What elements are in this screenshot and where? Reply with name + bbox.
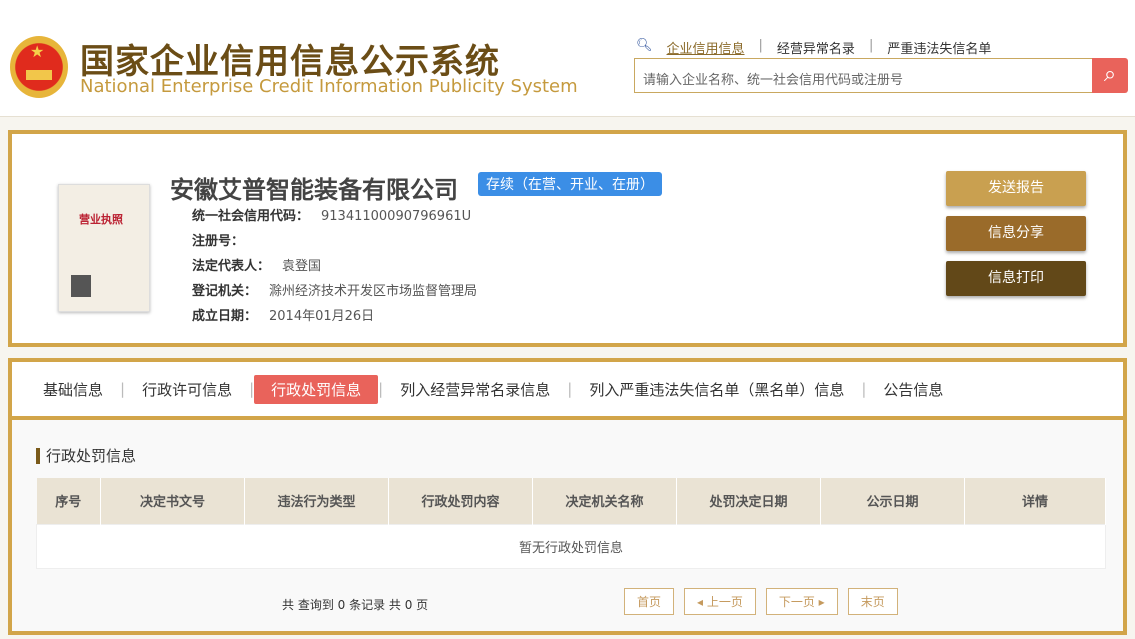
credit-code-label: 统一社会信用代码：: [192, 209, 310, 224]
authority-value: 滁州经济技术开发区市场监督管理局: [269, 284, 478, 299]
credit-code-value: 91341100090796961U: [321, 209, 472, 224]
first-page-button[interactable]: 首页: [624, 588, 675, 615]
company-card: 营业执照 安徽艾普智能装备有限公司 存续（在营、开业、在册） 统一社会信用代码：…: [8, 130, 1127, 347]
prev-page-button[interactable]: ◂ 上一页: [684, 588, 756, 615]
next-page-button[interactable]: 下一页 ▸: [765, 588, 838, 615]
tab-penalty[interactable]: 行政处罚信息: [254, 374, 379, 404]
legal-rep-value: 袁登国: [282, 259, 322, 274]
company-name: 安徽艾普智能装备有限公司: [170, 176, 458, 204]
empty-message: 暂无行政处罚信息: [36, 523, 1106, 569]
send-report-button[interactable]: 发送报告: [946, 171, 1086, 206]
col-header: 决定书文号: [100, 478, 245, 524]
last-page-button[interactable]: 末页: [847, 588, 898, 615]
col-header: 行政处罚内容: [388, 478, 533, 524]
record-count: 共 查询到 0 条记录 共 0 页: [282, 598, 429, 612]
founded-value: 2014年01月26日: [269, 309, 375, 324]
link-abnormal-list[interactable]: 经营异常名录: [777, 38, 855, 57]
penalty-table: 序号 决定书文号 违法行为类型 行政处罚内容 决定机关名称 处罚决定日期 公示日…: [36, 478, 1106, 569]
top-nav: 🔍︎ 企业信用信息 | 经营异常名录 | 严重违法失信名单: [636, 38, 992, 57]
tab-bar: 基础信息 | 行政许可信息 | 行政处罚信息 | 列入经营异常名录信息 | 列入严重违法…: [12, 362, 1123, 420]
header: ★ 国家企业信用信息公示系统 National Enterprise Credi…: [0, 0, 1135, 117]
national-emblem-logo: ★: [10, 36, 68, 98]
col-header: 处罚决定日期: [676, 478, 821, 524]
search-small-icon: 🔍︎: [636, 38, 653, 53]
founded-label: 成立日期：: [192, 309, 258, 324]
tab-license[interactable]: 行政许可信息: [125, 375, 249, 404]
col-header: 公示日期: [820, 478, 965, 524]
print-button[interactable]: 信息打印: [946, 261, 1086, 296]
col-header: 决定机关名称: [532, 478, 677, 524]
reg-no-label: 注册号：: [192, 234, 245, 249]
col-header: 详情: [964, 478, 1106, 524]
section-title: 行政处罚信息: [36, 448, 136, 464]
share-button[interactable]: 信息分享: [946, 216, 1086, 251]
tab-abnormal[interactable]: 列入经营异常名录信息: [383, 375, 567, 404]
company-info: 统一社会信用代码： 91341100090796961U 注册号： 法定代表人： 袁…: [192, 204, 477, 329]
tab-announcements[interactable]: 公告信息: [866, 375, 960, 404]
details-panel: 基础信息 | 行政许可信息 | 行政处罚信息 | 列入经营异常名录信息 | 列入严重违法…: [8, 358, 1127, 635]
search-input[interactable]: 请输入企业名称、统一社会信用代码或注册号: [634, 58, 1094, 93]
status-badge: 存续（在营、开业、在册）: [478, 172, 662, 196]
col-header: 违法行为类型: [244, 478, 389, 524]
search-icon: ⌕: [1103, 62, 1117, 87]
pagination: 首页 ◂ 上一页 下一页 ▸ 末页: [624, 588, 898, 615]
business-license-image[interactable]: 营业执照: [58, 184, 150, 312]
col-header: 序号: [36, 478, 101, 524]
authority-label: 登记机关：: [192, 284, 258, 299]
legal-rep-label: 法定代表人：: [192, 259, 271, 274]
search-button[interactable]: ⌕: [1092, 58, 1128, 93]
tab-blacklist[interactable]: 列入严重违法失信名单（黑名单）信息: [572, 375, 861, 404]
site-subtitle: National Enterprise Credit Information P…: [80, 76, 578, 97]
link-blacklist[interactable]: 严重违法失信名单: [887, 38, 991, 57]
tab-basic[interactable]: 基础信息: [26, 375, 120, 404]
link-credit-info[interactable]: 企业信用信息: [667, 38, 745, 57]
